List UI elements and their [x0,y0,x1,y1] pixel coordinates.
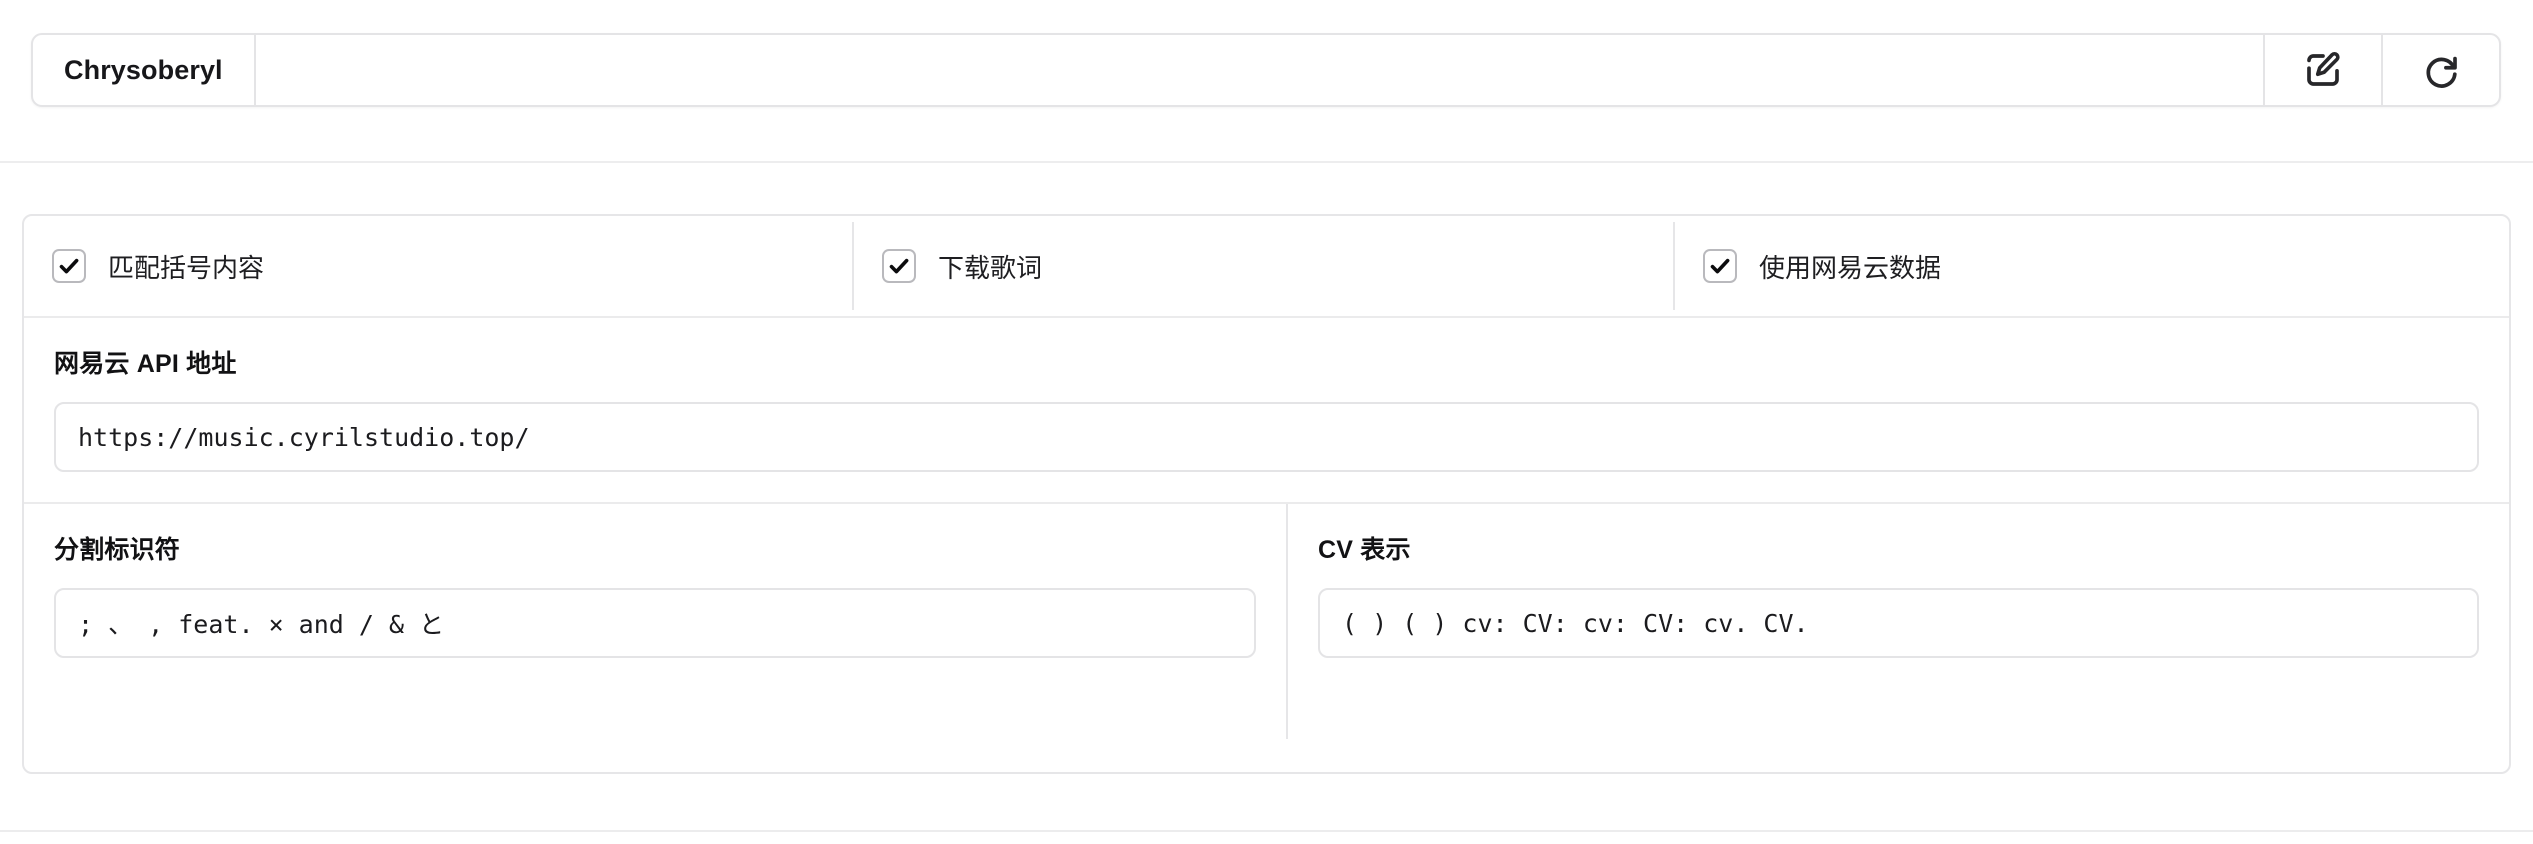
refresh-button[interactable] [2381,35,2499,105]
api-address-label: 网易云 API 地址 [54,350,237,378]
bottom-divider [0,830,2533,832]
checkbox-label: 匹配括号内容 [108,252,265,283]
cv-input[interactable]: ( ) ( ) cv: CV: cv: CV: cv. CV. [1318,588,2479,658]
app-header: Chrysoberyl [0,0,2533,163]
edit-button[interactable] [2263,35,2381,105]
page-title: Chrysoberyl [64,54,223,85]
app-title-cell: Chrysoberyl [33,35,256,105]
checkbox-match-brackets[interactable]: 匹配括号内容 [24,216,854,316]
checkbox-checked-icon [52,249,86,283]
cv-section: CV 表示 ( ) ( ) cv: CV: cv: CV: cv. CV. [1288,504,2509,739]
app-window: Chrysoberyl 匹配括号内容 下载歌词 使用网易云数据 网易云 API … [0,0,2533,844]
header-toolbar: Chrysoberyl [31,33,2501,107]
api-address-section: 网易云 API 地址 https://music.cyrilstudio.top… [24,318,2509,504]
cv-label: CV 表示 [1318,536,1411,564]
checkbox-checked-icon [882,249,916,283]
refresh-icon [2420,49,2462,91]
separator-label: 分割标识符 [54,536,181,564]
checkbox-label: 使用网易云数据 [1759,252,1942,283]
separator-input[interactable]: ; 、 , feat. × and / & と [54,588,1256,658]
checkbox-checked-icon [1703,249,1737,283]
header-spacer [256,35,2263,105]
api-address-input[interactable]: https://music.cyrilstudio.top/ [54,402,2479,472]
split-settings-row: 分割标识符 ; 、 , feat. × and / & と CV 表示 ( ) … [24,504,2509,739]
edit-square-icon [2302,49,2344,91]
settings-card: 匹配括号内容 下载歌词 使用网易云数据 网易云 API 地址 https://m… [22,214,2511,774]
separator-section: 分割标识符 ; 、 , feat. × and / & と [24,504,1288,739]
checkbox-use-netease-data[interactable]: 使用网易云数据 [1675,216,2509,316]
checkbox-label: 下载歌词 [938,252,1043,283]
options-row: 匹配括号内容 下载歌词 使用网易云数据 [24,216,2509,318]
checkbox-download-lyrics[interactable]: 下载歌词 [854,216,1675,316]
